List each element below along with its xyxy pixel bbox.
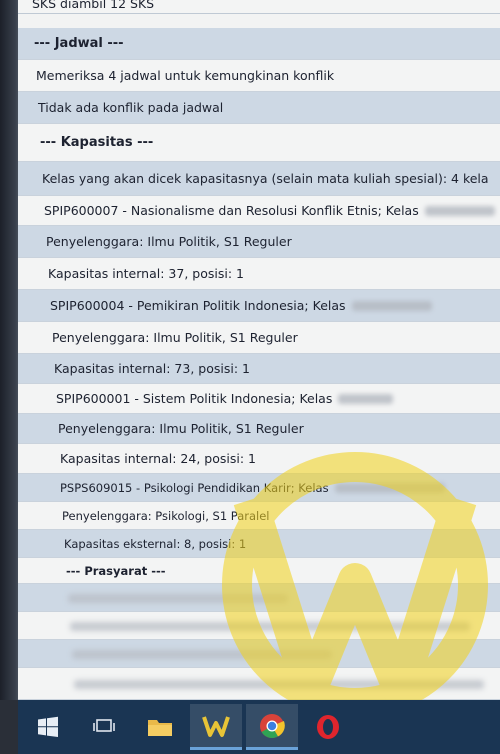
log-row: Kapasitas internal: 37, posisi: 1 bbox=[18, 258, 500, 290]
course-text: PSPS609015 - Psikologi Pendidikan Karir;… bbox=[60, 480, 329, 495]
opera-button[interactable] bbox=[302, 704, 354, 750]
log-row: Kapasitas internal: 24, posisi: 1 bbox=[18, 444, 500, 474]
folder-icon bbox=[148, 720, 172, 736]
blurred-row bbox=[18, 612, 500, 640]
log-text: Kapasitas eksternal: 8, posisi: 1 bbox=[64, 536, 247, 551]
log-text: Kapasitas internal: 24, posisi: 1 bbox=[60, 451, 256, 466]
section-header-label: --- Kapasitas --- bbox=[40, 135, 154, 150]
task-view-icon bbox=[93, 719, 115, 732]
redacted-class-name bbox=[338, 393, 394, 404]
course-row: SPIP600004 - Pemikiran Politik Indonesia… bbox=[18, 290, 500, 322]
log-row: Penyelenggara: Ilmu Politik, S1 Reguler bbox=[18, 322, 500, 354]
sks-text: SKS diambil 12 SKS bbox=[32, 0, 155, 11]
section-header-jadwal: --- Jadwal --- bbox=[18, 28, 500, 60]
log-text: Penyelenggara: Ilmu Politik, S1 Reguler bbox=[58, 421, 304, 436]
section-header-kapasitas: --- Kapasitas --- bbox=[18, 124, 500, 162]
redacted-text bbox=[74, 680, 484, 689]
blurred-row bbox=[18, 584, 500, 612]
log-row: Tidak ada konflik pada jadwal bbox=[18, 92, 500, 124]
w-app-button[interactable] bbox=[190, 704, 242, 750]
log-text: Penyelenggara: Ilmu Politik, S1 Reguler bbox=[46, 234, 292, 249]
course-text: SPIP600004 - Pemikiran Politik Indonesia… bbox=[50, 298, 346, 313]
opera-icon bbox=[317, 715, 339, 739]
log-text: Penyelenggara: Psikologi, S1 Paralel bbox=[62, 508, 270, 523]
course-text: SPIP600007 - Nasionalisme dan Resolusi K… bbox=[44, 203, 419, 218]
section-header-label: --- Jadwal --- bbox=[34, 36, 124, 51]
log-row: Kapasitas eksternal: 8, posisi: 1 bbox=[18, 530, 500, 558]
section-header-label: --- Prasyarat --- bbox=[66, 563, 166, 578]
chrome-icon bbox=[260, 713, 285, 738]
browser-viewport: SKS diambil 12 SKS --- Jadwal --- Memeri… bbox=[18, 0, 500, 700]
log-row: Kapasitas internal: 73, posisi: 1 bbox=[18, 354, 500, 384]
blurred-row bbox=[18, 668, 500, 700]
log-text: Tidak ada konflik pada jadwal bbox=[38, 100, 224, 115]
redacted-text bbox=[68, 594, 288, 603]
redacted-class-name bbox=[351, 300, 432, 311]
taskbar bbox=[18, 700, 500, 754]
log-row: Memeriksa 4 jadwal untuk kemungkinan kon… bbox=[18, 60, 500, 92]
log-row: Penyelenggara: Ilmu Politik, S1 Reguler bbox=[18, 414, 500, 444]
log-text: Memeriksa 4 jadwal untuk kemungkinan kon… bbox=[36, 68, 335, 83]
file-explorer-button[interactable] bbox=[134, 704, 186, 750]
task-view-button[interactable] bbox=[78, 704, 130, 750]
redacted-text bbox=[70, 622, 470, 631]
blurred-row bbox=[18, 640, 500, 668]
course-row: SPIP600001 - Sistem Politik Indonesia; K… bbox=[18, 384, 500, 414]
log-row: Penyelenggara: Ilmu Politik, S1 Reguler bbox=[18, 226, 500, 258]
section-header-prasyarat: --- Prasyarat --- bbox=[18, 558, 500, 584]
course-row: PSPS609015 - Psikologi Pendidikan Karir;… bbox=[18, 474, 500, 502]
redacted-class-name bbox=[424, 205, 495, 216]
log-row: Penyelenggara: Psikologi, S1 Paralel bbox=[18, 502, 500, 530]
w-app-icon bbox=[202, 715, 230, 737]
log-text: Kapasitas internal: 37, posisi: 1 bbox=[48, 266, 244, 281]
log-text: Penyelenggara: Ilmu Politik, S1 Reguler bbox=[52, 330, 298, 345]
windows-logo-icon bbox=[38, 716, 58, 737]
redacted-class-name bbox=[334, 482, 445, 493]
redacted-text bbox=[72, 650, 332, 659]
log-text: Kapasitas internal: 73, posisi: 1 bbox=[54, 361, 250, 376]
log-text: Kelas yang akan dicek kapasitasnya (sela… bbox=[42, 171, 489, 186]
windows-start-button[interactable] bbox=[22, 704, 74, 750]
course-text: SPIP600001 - Sistem Politik Indonesia; K… bbox=[56, 391, 333, 406]
sks-line: SKS diambil 12 SKS bbox=[18, 0, 500, 14]
chrome-button[interactable] bbox=[246, 704, 298, 750]
log-row: Kelas yang akan dicek kapasitasnya (sela… bbox=[18, 162, 500, 196]
course-row: SPIP600007 - Nasionalisme dan Resolusi K… bbox=[18, 196, 500, 226]
